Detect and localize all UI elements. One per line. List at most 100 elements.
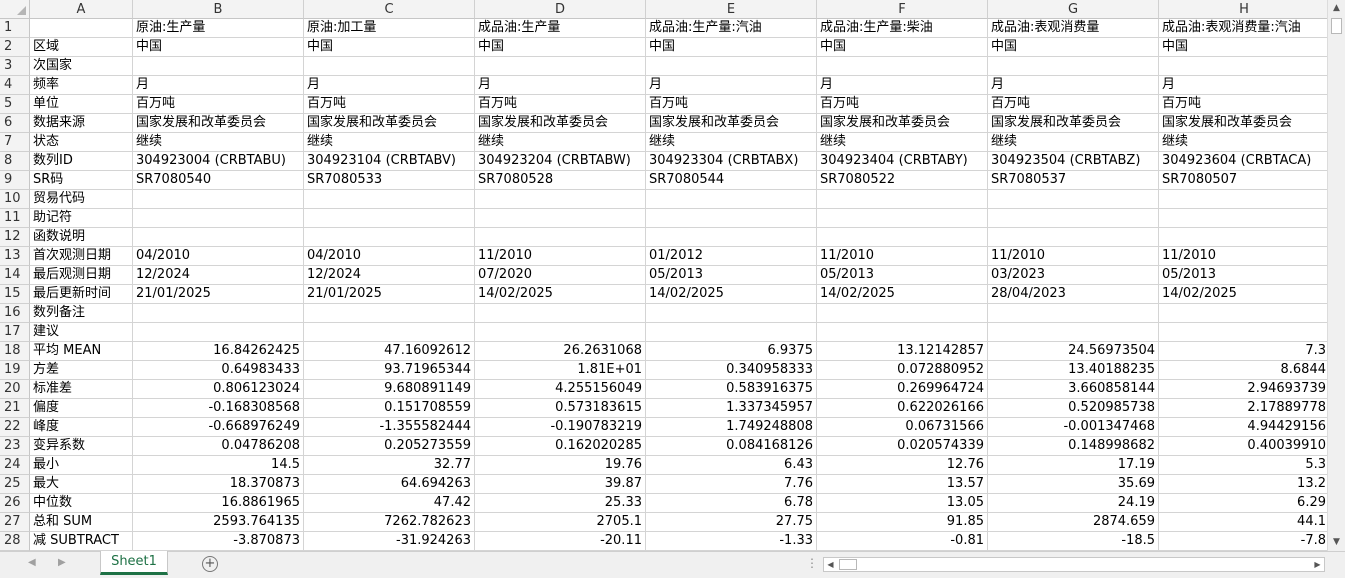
cell-a9[interactable]: SR码 bbox=[30, 171, 133, 190]
cell-f11[interactable] bbox=[817, 209, 988, 228]
cell-f21[interactable]: 0.622026166 bbox=[817, 399, 988, 418]
cell-c27[interactable]: 7262.782623 bbox=[304, 513, 475, 532]
cell-d13[interactable]: 11/2010 bbox=[475, 247, 646, 266]
cell-b11[interactable] bbox=[133, 209, 304, 228]
cell-d10[interactable] bbox=[475, 190, 646, 209]
cell-h23[interactable]: 0.40039910 bbox=[1159, 437, 1327, 456]
cell-d8[interactable]: 304923204 (CRBTABW) bbox=[475, 152, 646, 171]
cell-g13[interactable]: 11/2010 bbox=[988, 247, 1159, 266]
cell-g20[interactable]: 3.660858144 bbox=[988, 380, 1159, 399]
cell-a11[interactable]: 助记符 bbox=[30, 209, 133, 228]
cell-d22[interactable]: -0.190783219 bbox=[475, 418, 646, 437]
cell-g12[interactable] bbox=[988, 228, 1159, 247]
row-header[interactable]: 27 bbox=[0, 513, 30, 532]
cell-g10[interactable] bbox=[988, 190, 1159, 209]
cell-f2[interactable]: 中国 bbox=[817, 38, 988, 57]
cell-c20[interactable]: 9.680891149 bbox=[304, 380, 475, 399]
row-header[interactable]: 5 bbox=[0, 95, 30, 114]
cell-c15[interactable]: 21/01/2025 bbox=[304, 285, 475, 304]
cell-h16[interactable] bbox=[1159, 304, 1327, 323]
cell-f3[interactable] bbox=[817, 57, 988, 76]
cell-h21[interactable]: 2.17889778 bbox=[1159, 399, 1327, 418]
cell-h14[interactable]: 05/2013 bbox=[1159, 266, 1327, 285]
cell-d24[interactable]: 19.76 bbox=[475, 456, 646, 475]
select-all-corner[interactable] bbox=[0, 0, 30, 19]
row-header[interactable]: 22 bbox=[0, 418, 30, 437]
cell-a14[interactable]: 最后观测日期 bbox=[30, 266, 133, 285]
cell-g11[interactable] bbox=[988, 209, 1159, 228]
cell-f13[interactable]: 11/2010 bbox=[817, 247, 988, 266]
cell-f5[interactable]: 百万吨 bbox=[817, 95, 988, 114]
cell-c10[interactable] bbox=[304, 190, 475, 209]
cell-g4[interactable]: 月 bbox=[988, 76, 1159, 95]
cell-f25[interactable]: 13.57 bbox=[817, 475, 988, 494]
cell-c5[interactable]: 百万吨 bbox=[304, 95, 475, 114]
cell-a17[interactable]: 建议 bbox=[30, 323, 133, 342]
cell-f28[interactable]: -0.81 bbox=[817, 532, 988, 551]
cell-d6[interactable]: 国家发展和改革委员会 bbox=[475, 114, 646, 133]
cell-h15[interactable]: 14/02/2025 bbox=[1159, 285, 1327, 304]
cell-e18[interactable]: 6.9375 bbox=[646, 342, 817, 361]
cell-d17[interactable] bbox=[475, 323, 646, 342]
cell-g26[interactable]: 24.19 bbox=[988, 494, 1159, 513]
cell-f20[interactable]: 0.269964724 bbox=[817, 380, 988, 399]
cell-a16[interactable]: 数列备注 bbox=[30, 304, 133, 323]
cell-b1[interactable]: 原油:生产量 bbox=[133, 19, 304, 38]
cell-d28[interactable]: -20.11 bbox=[475, 532, 646, 551]
cell-d1[interactable]: 成品油:生产量 bbox=[475, 19, 646, 38]
cell-d16[interactable] bbox=[475, 304, 646, 323]
cell-c17[interactable] bbox=[304, 323, 475, 342]
cell-b6[interactable]: 国家发展和改革委员会 bbox=[133, 114, 304, 133]
cell-e25[interactable]: 7.76 bbox=[646, 475, 817, 494]
cell-g18[interactable]: 24.56973504 bbox=[988, 342, 1159, 361]
cell-b7[interactable]: 继续 bbox=[133, 133, 304, 152]
cell-d19[interactable]: 1.81E+01 bbox=[475, 361, 646, 380]
cell-e21[interactable]: 1.337345957 bbox=[646, 399, 817, 418]
column-header-c[interactable]: C bbox=[304, 0, 475, 19]
row-header[interactable]: 13 bbox=[0, 247, 30, 266]
row-header[interactable]: 8 bbox=[0, 152, 30, 171]
cell-b22[interactable]: -0.668976249 bbox=[133, 418, 304, 437]
cell-c22[interactable]: -1.355582444 bbox=[304, 418, 475, 437]
vertical-scrollbar[interactable]: ▲ ▼ bbox=[1327, 0, 1345, 551]
cell-h27[interactable]: 44.1 bbox=[1159, 513, 1327, 532]
column-header-h[interactable]: H bbox=[1159, 0, 1327, 19]
cell-b2[interactable]: 中国 bbox=[133, 38, 304, 57]
cell-d23[interactable]: 0.162020285 bbox=[475, 437, 646, 456]
cell-c8[interactable]: 304923104 (CRBTABV) bbox=[304, 152, 475, 171]
row-header[interactable]: 12 bbox=[0, 228, 30, 247]
cell-e23[interactable]: 0.084168126 bbox=[646, 437, 817, 456]
cell-g27[interactable]: 2874.659 bbox=[988, 513, 1159, 532]
cell-a2[interactable]: 区域 bbox=[30, 38, 133, 57]
cell-a10[interactable]: 贸易代码 bbox=[30, 190, 133, 209]
cell-h18[interactable]: 7.3 bbox=[1159, 342, 1327, 361]
cell-g21[interactable]: 0.520985738 bbox=[988, 399, 1159, 418]
row-header[interactable]: 26 bbox=[0, 494, 30, 513]
cell-g3[interactable] bbox=[988, 57, 1159, 76]
cell-d14[interactable]: 07/2020 bbox=[475, 266, 646, 285]
row-header[interactable]: 10 bbox=[0, 190, 30, 209]
cell-g28[interactable]: -18.5 bbox=[988, 532, 1159, 551]
cell-b4[interactable]: 月 bbox=[133, 76, 304, 95]
cell-f7[interactable]: 继续 bbox=[817, 133, 988, 152]
cell-f4[interactable]: 月 bbox=[817, 76, 988, 95]
cell-e12[interactable] bbox=[646, 228, 817, 247]
cell-b5[interactable]: 百万吨 bbox=[133, 95, 304, 114]
row-header[interactable]: 6 bbox=[0, 114, 30, 133]
cell-e26[interactable]: 6.78 bbox=[646, 494, 817, 513]
row-header[interactable]: 15 bbox=[0, 285, 30, 304]
cell-e4[interactable]: 月 bbox=[646, 76, 817, 95]
row-header[interactable]: 25 bbox=[0, 475, 30, 494]
cell-g6[interactable]: 国家发展和改革委员会 bbox=[988, 114, 1159, 133]
cell-a15[interactable]: 最后更新时间 bbox=[30, 285, 133, 304]
cell-f8[interactable]: 304923404 (CRBTABY) bbox=[817, 152, 988, 171]
cell-d4[interactable]: 月 bbox=[475, 76, 646, 95]
cell-e10[interactable] bbox=[646, 190, 817, 209]
sheet-tab-sheet1[interactable]: Sheet1 bbox=[100, 551, 168, 575]
cell-a6[interactable]: 数据来源 bbox=[30, 114, 133, 133]
cell-d11[interactable] bbox=[475, 209, 646, 228]
row-header[interactable]: 16 bbox=[0, 304, 30, 323]
column-header-e[interactable]: E bbox=[646, 0, 817, 19]
row-header[interactable]: 20 bbox=[0, 380, 30, 399]
cell-g1[interactable]: 成品油:表观消费量 bbox=[988, 19, 1159, 38]
